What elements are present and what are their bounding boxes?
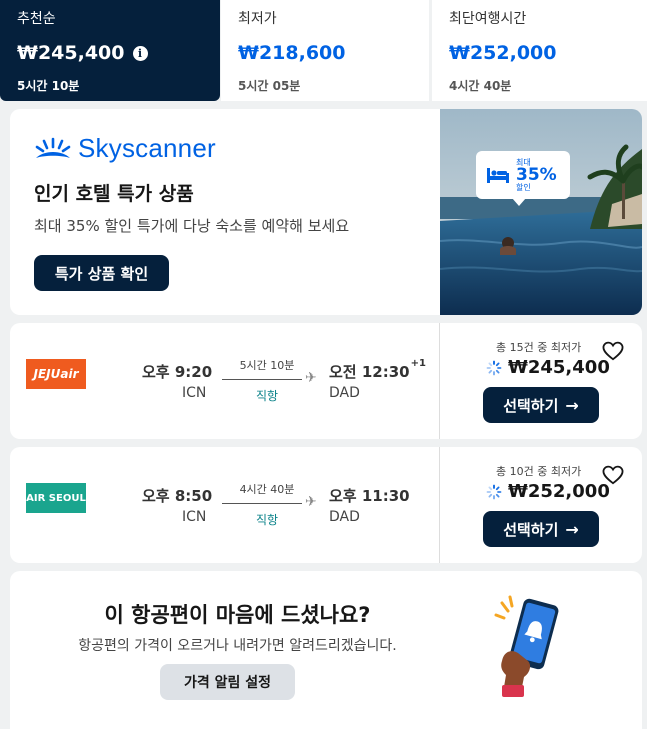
tab-price: ₩252,000: [449, 42, 557, 64]
ad-subtitle: 최대 35% 할인 특가에 다낭 숙소를 예약해 보세요: [34, 217, 350, 235]
select-label: 선택하기: [503, 520, 559, 539]
tab-duration: 5시간 10분: [17, 79, 80, 93]
discount-badge: 최대 35% 할인: [476, 151, 570, 206]
alert-subtitle: 항공편의 가격이 오르거나 내려가면 알려드리겠습니다.: [78, 638, 397, 654]
departure-time: 오후 9:20: [142, 363, 213, 381]
tab-duration: 4시간 40분: [449, 79, 512, 93]
arrival-time-text: 오전 12:30: [329, 363, 410, 381]
flight-price: ₩252,000: [508, 481, 610, 502]
sort-tabs: 추천순 ₩245,400 i 5시간 10분 최저가 ₩218,600 5시간 …: [0, 0, 647, 101]
hotel-pool-photo: 최대 35% 할인: [440, 109, 642, 315]
tab-label: 최저가: [238, 11, 277, 27]
tab-duration: 5시간 05분: [238, 79, 301, 93]
brand-name: Skyscanner: [78, 133, 216, 163]
deal-button[interactable]: 특가 상품 확인: [34, 255, 169, 291]
arrival-time: 오전 12:30+1: [329, 358, 426, 382]
flight-result-card[interactable]: AIR SEOUL 오후 8:50 ICN 4시간 40분 ✈ 직항 오후 11…: [10, 447, 642, 563]
tab-price: ₩218,600: [238, 42, 346, 64]
arrow-right-icon: →: [565, 519, 579, 539]
tab-cheapest[interactable]: 최저가 ₩218,600 5시간 05분: [221, 0, 429, 101]
departure-time: 오후 8:50: [142, 487, 213, 505]
jejuair-logo: JEJUair: [26, 359, 86, 389]
select-flight-button[interactable]: 선택하기 →: [483, 387, 599, 423]
phone-notification-icon: [494, 595, 559, 697]
divider: [439, 447, 440, 563]
arrival-time-text: 오후 11:30: [329, 487, 410, 505]
cheapest-note: 총 10건 중 최저가: [496, 465, 582, 478]
tab-price: ₩245,400: [17, 42, 125, 64]
select-label: 선택하기: [503, 396, 559, 415]
badge-bottom: 할인: [516, 182, 531, 192]
alert-title: 이 항공편이 마음에 드셨나요?: [104, 603, 371, 627]
price-alert-card: 이 항공편이 마음에 드셨나요? 항공편의 가격이 오르거나 내려가면 알려드리…: [10, 571, 642, 729]
departure-airport: ICN: [182, 385, 207, 401]
arrival-airport: DAD: [329, 385, 360, 401]
route-line: [222, 379, 302, 380]
tab-label: 최단여행시간: [449, 11, 527, 27]
flight-duration: 5시간 10분: [239, 359, 295, 372]
select-flight-button[interactable]: 선택하기 →: [483, 511, 599, 547]
arrival-time: 오후 11:30: [329, 485, 411, 506]
skyscanner-logo: Skyscanner: [34, 133, 216, 164]
plane-icon: ✈: [305, 370, 317, 386]
info-icon[interactable]: i: [132, 45, 148, 61]
skyscanner-sunrise-icon: [35, 137, 71, 158]
price-row: ₩245,400: [486, 357, 610, 378]
ad-title: 인기 호텔 특가 상품: [34, 183, 194, 205]
tab-recommended[interactable]: 추천순 ₩245,400 i 5시간 10분: [0, 0, 220, 101]
discount-text: 최대 35% 할인: [516, 158, 557, 192]
divider: [439, 323, 440, 439]
arrival-airport: DAD: [329, 509, 360, 525]
arrow-right-icon: →: [565, 395, 579, 415]
stops-label: 직항: [255, 389, 279, 403]
cheapest-note: 총 15건 중 최저가: [496, 341, 582, 354]
price-alert-button[interactable]: 가격 알림 설정: [160, 664, 295, 700]
day-offset: +1: [410, 358, 426, 369]
route-line: [222, 503, 302, 504]
stops-label: 직항: [255, 513, 279, 527]
loading-spinner-icon: [486, 360, 502, 375]
tab-fastest[interactable]: 최단여행시간 ₩252,000 4시간 40분: [432, 0, 647, 101]
departure-airport: ICN: [182, 509, 207, 525]
tab-price-row: ₩245,400 i: [17, 42, 204, 64]
loading-spinner-icon: [486, 484, 502, 499]
badge-percent: 35%: [516, 164, 557, 185]
bed-icon: [487, 168, 509, 183]
tab-label: 추천순: [17, 11, 56, 27]
flight-result-card[interactable]: JEJUair 오후 9:20 ICN 5시간 10분 ✈ 직항 오전 12:3…: [10, 323, 642, 439]
price-row: ₩252,000: [486, 481, 610, 502]
plane-icon: ✈: [305, 494, 317, 510]
flight-price: ₩245,400: [508, 357, 610, 378]
airseoul-logo: AIR SEOUL: [26, 483, 86, 513]
flight-duration: 4시간 40분: [239, 483, 295, 496]
hotel-ad-card[interactable]: Skyscanner 인기 호텔 특가 상품 최대 35% 할인 특가에 다낭 …: [10, 109, 642, 315]
